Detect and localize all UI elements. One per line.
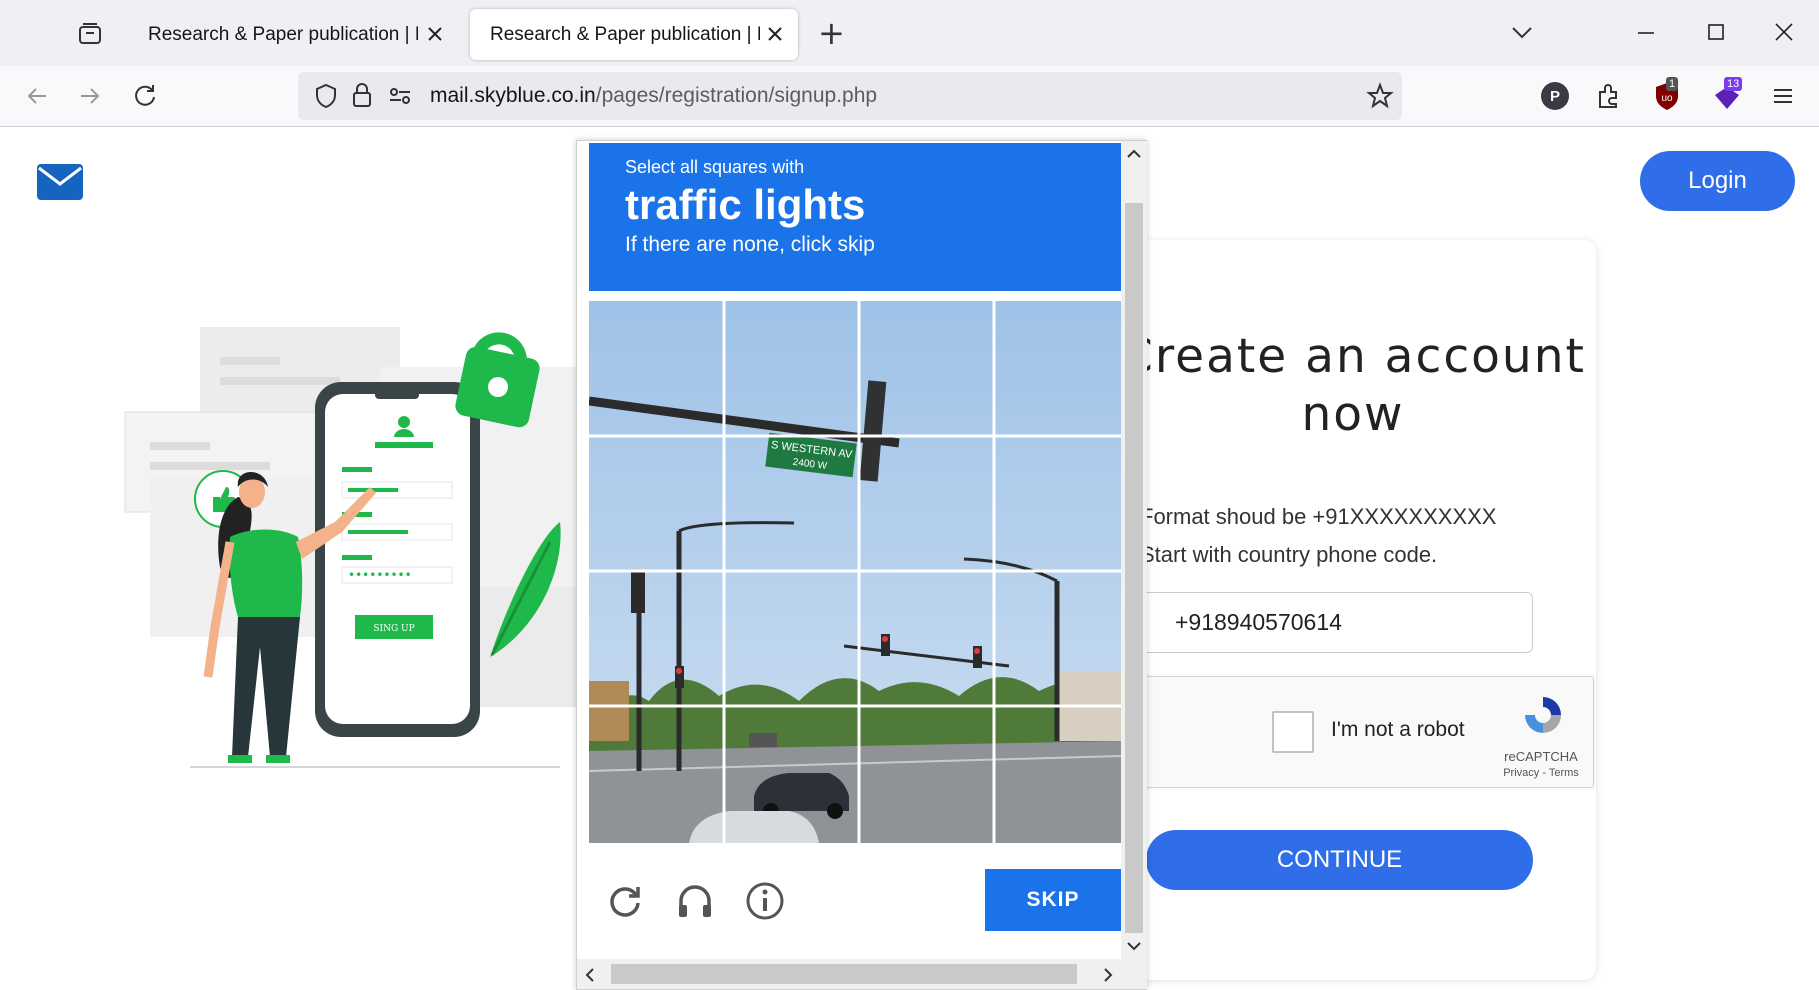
- forward-arrow-icon[interactable]: [75, 81, 105, 111]
- recaptcha-widget: I'm not a robot reCAPTCHA Privacy - Term…: [1140, 676, 1594, 788]
- recaptcha-checkbox[interactable]: [1272, 711, 1314, 753]
- challenge-header: Select all squares with traffic lights I…: [589, 143, 1121, 291]
- horizontal-scroll-thumb[interactable]: [611, 964, 1077, 984]
- bookmark-star-icon[interactable]: [1366, 82, 1394, 110]
- challenge-instruction: Select all squares with: [625, 157, 805, 177]
- challenge-target: traffic lights: [625, 181, 866, 228]
- audio-icon[interactable]: [675, 881, 715, 921]
- close-icon[interactable]: [764, 23, 786, 45]
- continue-button[interactable]: CONTINUE: [1146, 830, 1533, 890]
- maximize-icon[interactable]: [1702, 18, 1730, 46]
- challenge-image-grid[interactable]: S WESTERN AV 2400 W: [589, 301, 1121, 843]
- url-text[interactable]: mail.skyblue.co.in/pages/registration/si…: [430, 84, 877, 108]
- window-close-icon[interactable]: [1770, 18, 1798, 46]
- signup-card: Create an account now Format shoud be +9…: [1110, 240, 1596, 980]
- browser-tab-active[interactable]: Research & Paper publication | Mail: [470, 9, 798, 60]
- reload-icon[interactable]: [605, 881, 645, 921]
- url-path: /pages/registration/signup.php: [595, 84, 878, 107]
- tab-list-chevron-icon[interactable]: [1508, 18, 1536, 46]
- shield-icon[interactable]: [312, 82, 340, 110]
- recaptcha-challenge-popup: Select all squares with traffic lights I…: [576, 140, 1147, 990]
- vertical-scrollbar[interactable]: [1121, 141, 1147, 959]
- skip-button[interactable]: SKIP: [985, 869, 1121, 931]
- browser-nav-bar: mail.skyblue.co.in/pages/registration/si…: [0, 66, 1819, 127]
- browser-tab-strip: Research & Paper publication | Mail Rese…: [0, 0, 1819, 66]
- svg-text:•••••••••: •••••••••: [348, 568, 412, 582]
- horizontal-scrollbar[interactable]: [577, 959, 1147, 989]
- scroll-left-icon[interactable]: [583, 967, 597, 983]
- tab-overview-icon[interactable]: [76, 20, 104, 48]
- address-bar[interactable]: mail.skyblue.co.in/pages/registration/si…: [298, 72, 1402, 120]
- menu-hamburger-icon[interactable]: [1768, 81, 1798, 111]
- reload-page-icon[interactable]: [130, 81, 160, 111]
- vertical-scroll-thumb[interactable]: [1125, 203, 1143, 933]
- info-icon[interactable]: [745, 881, 785, 921]
- illustration-signup-text: SING UP: [373, 624, 414, 634]
- tile-grid-lines: [589, 301, 1121, 843]
- scroll-up-icon[interactable]: [1126, 147, 1142, 161]
- browser-tab[interactable]: Research & Paper publication | Mail: [128, 9, 458, 60]
- recaptcha-brand: reCAPTCHA: [1504, 749, 1578, 764]
- profile-avatar[interactable]: P: [1541, 82, 1569, 110]
- signup-heading: Create an account now: [1120, 329, 1586, 442]
- phone-input[interactable]: [1140, 592, 1533, 653]
- tab-title: Research & Paper publication | Mail: [148, 23, 418, 45]
- back-arrow-icon[interactable]: [22, 81, 52, 111]
- ublock-icon[interactable]: uo 1: [1652, 77, 1682, 113]
- recaptcha-logo-icon: [1521, 693, 1565, 737]
- site-permissions-icon[interactable]: [386, 82, 414, 110]
- extension-badge: 13: [1724, 77, 1743, 91]
- mail-icon[interactable]: [36, 163, 84, 201]
- close-icon[interactable]: [424, 23, 446, 45]
- url-host: mail.skyblue.co.in: [430, 84, 596, 107]
- country-code-hint: Start with country phone code.: [1140, 542, 1438, 567]
- new-tab-button[interactable]: +: [818, 17, 845, 49]
- recaptcha-label: I'm not a robot: [1331, 718, 1465, 741]
- challenge-skip-hint: If there are none, click skip: [625, 233, 875, 256]
- signup-illustration: ••••••••• SING UP: [120, 327, 580, 857]
- minimize-icon[interactable]: [1632, 18, 1660, 46]
- recaptcha-privacy-terms[interactable]: Privacy - Terms: [1491, 767, 1591, 779]
- tab-title: Research & Paper publication | Mail: [490, 23, 760, 45]
- extensions-puzzle-icon[interactable]: [1594, 81, 1624, 111]
- scroll-down-icon[interactable]: [1126, 939, 1142, 953]
- login-button[interactable]: Login: [1640, 151, 1795, 211]
- format-hint: Format shoud be +91XXXXXXXXXX: [1140, 504, 1497, 529]
- svg-text:uo: uo: [1661, 93, 1673, 104]
- ublock-badge: 1: [1666, 77, 1679, 91]
- lock-icon[interactable]: [348, 81, 376, 109]
- scroll-right-icon[interactable]: [1101, 967, 1115, 983]
- extension-icon[interactable]: 13: [1710, 77, 1744, 113]
